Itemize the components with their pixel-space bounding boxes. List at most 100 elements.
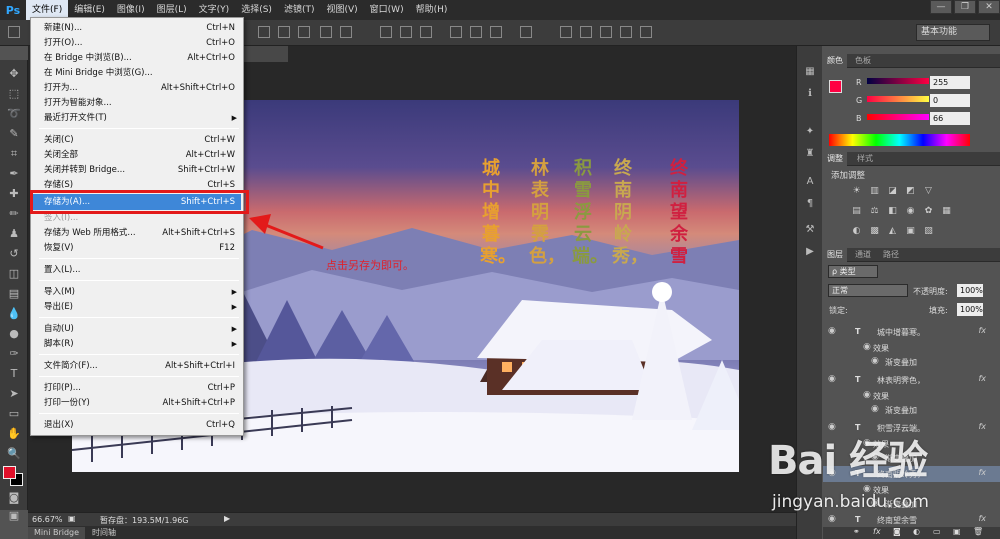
clone-source-icon[interactable]: ♜ xyxy=(802,146,818,162)
workspace-select[interactable]: 基本功能 xyxy=(916,24,990,41)
add-style-icon[interactable]: fx xyxy=(873,527,881,536)
zoom-level[interactable]: 66.67% xyxy=(32,515,63,524)
new-group-icon[interactable]: ▭ xyxy=(933,527,941,536)
align-middle-icon[interactable] xyxy=(278,26,290,38)
quick-select-tool-icon[interactable]: ✎ xyxy=(5,126,23,142)
tool-presets-icon[interactable]: ⚒ xyxy=(802,222,818,238)
brush-tool-icon[interactable]: ✏ xyxy=(5,206,23,222)
tab-adjustments[interactable]: 调整 xyxy=(823,152,847,166)
layer-effect-row[interactable]: ◉ 渐变叠加 xyxy=(823,402,1000,418)
hand-tool-icon[interactable]: ✋ xyxy=(5,426,23,442)
tool-preset-icon[interactable] xyxy=(8,26,20,38)
status-menu-icon[interactable]: ▣ xyxy=(68,514,76,523)
hue-icon[interactable]: ▤ xyxy=(851,206,862,217)
3d-scale-icon[interactable] xyxy=(640,26,652,38)
history-brush-tool-icon[interactable]: ↺ xyxy=(5,246,23,262)
eyedropper-tool-icon[interactable]: ✒ xyxy=(5,166,23,182)
fx-icon[interactable]: fx xyxy=(978,374,986,383)
menu-help[interactable]: 帮助(H) xyxy=(410,0,454,20)
menu-item-browse-bridge[interactable]: 在 Bridge 中浏览(B)... Alt+Ctrl+O xyxy=(33,50,241,66)
visibility-eye-icon[interactable]: ◉ xyxy=(828,326,836,336)
paragraph-panel-icon[interactable]: ¶ xyxy=(802,196,818,212)
brush-panel-icon[interactable]: ✦ xyxy=(802,124,818,140)
color-balance-icon[interactable]: ⚖ xyxy=(869,206,880,217)
b-value[interactable]: 66 xyxy=(930,112,970,125)
menu-item-open-as[interactable]: 打开为... Alt+Shift+Ctrl+O xyxy=(33,80,241,96)
menu-item-open-smart-object[interactable]: 打开为智能对象... xyxy=(33,95,241,111)
distribute-center-icon[interactable] xyxy=(470,26,482,38)
distribute-right-icon[interactable] xyxy=(490,26,502,38)
vibrance-icon[interactable]: ▽ xyxy=(923,186,934,197)
3d-slide-icon[interactable] xyxy=(620,26,632,38)
restore-button[interactable]: ❐ xyxy=(954,0,976,14)
screen-mode-icon[interactable]: ▣ xyxy=(5,508,23,524)
gradient-map-icon[interactable]: ▧ xyxy=(923,226,934,237)
menu-item-file-info[interactable]: 文件简介(F)... Alt+Shift+Ctrl+I xyxy=(33,358,241,374)
delete-layer-icon[interactable]: 🗑 xyxy=(973,527,983,536)
3d-roll-icon[interactable] xyxy=(580,26,592,38)
menu-item-open[interactable]: 打开(O)... Ctrl+O xyxy=(33,35,241,51)
distribute-top-icon[interactable] xyxy=(380,26,392,38)
healing-tool-icon[interactable]: ✚ xyxy=(5,186,23,202)
tab-styles[interactable]: 样式 xyxy=(853,152,877,166)
crop-tool-icon[interactable]: ⌗ xyxy=(5,146,23,162)
eraser-tool-icon[interactable]: ◫ xyxy=(5,266,23,282)
character-panel-icon[interactable]: A xyxy=(802,174,818,190)
g-slider[interactable] xyxy=(867,96,929,102)
visibility-eye-icon[interactable]: ◉ xyxy=(828,374,836,384)
menu-view[interactable]: 视图(V) xyxy=(320,0,363,20)
b-slider[interactable] xyxy=(867,114,929,120)
lasso-tool-icon[interactable]: ➰ xyxy=(5,106,23,122)
menu-window[interactable]: 窗口(W) xyxy=(364,0,410,20)
layer-row[interactable]: ◉ T 城中增暮寒。 fx xyxy=(823,324,1000,340)
menu-item-import[interactable]: 导入(M) ▶ xyxy=(33,284,241,300)
channel-mixer-icon[interactable]: ✿ xyxy=(923,206,934,217)
menu-item-exit[interactable]: 退出(X) Ctrl+Q xyxy=(33,417,241,433)
layer-kind-filter[interactable]: ρ 类型 xyxy=(828,265,878,278)
add-mask-icon[interactable]: ◙ xyxy=(893,527,901,536)
layer-effect-row[interactable]: ◉ 渐变叠加 xyxy=(823,354,1000,370)
levels-icon[interactable]: ▥ xyxy=(869,186,880,197)
menu-item-place[interactable]: 置入(L)... xyxy=(33,262,241,278)
posterize-icon[interactable]: ▩ xyxy=(869,226,880,237)
dodge-tool-icon[interactable]: ● xyxy=(5,326,23,342)
marquee-tool-icon[interactable]: ⬚ xyxy=(5,86,23,102)
3d-rotate-icon[interactable] xyxy=(560,26,572,38)
zoom-tool-icon[interactable]: 🔍 xyxy=(5,446,23,462)
shape-tool-icon[interactable]: ▭ xyxy=(5,406,23,422)
opacity-field[interactable]: 100% xyxy=(957,284,983,297)
threshold-icon[interactable]: ◭ xyxy=(887,226,898,237)
new-adjustment-icon[interactable]: ◐ xyxy=(913,527,920,536)
type-tool-icon[interactable]: T xyxy=(5,366,23,382)
menu-item-close[interactable]: 关闭(C) Ctrl+W xyxy=(33,132,241,148)
menu-item-recent-files[interactable]: 最近打开文件(T) ▶ xyxy=(33,110,241,126)
align-top-icon[interactable] xyxy=(258,26,270,38)
menu-item-export[interactable]: 导出(E) ▶ xyxy=(33,299,241,315)
foreground-color-swatch[interactable] xyxy=(3,466,16,479)
color-lookup-icon[interactable]: ▦ xyxy=(941,206,952,217)
align-center-icon[interactable] xyxy=(340,26,352,38)
tab-layers[interactable]: 图层 xyxy=(823,248,847,262)
gradient-tool-icon[interactable]: ▤ xyxy=(5,286,23,302)
layer-row[interactable]: ◉ T 林表明霁色， fx xyxy=(823,372,1000,388)
menu-item-new[interactable]: 新建(N)... Ctrl+N xyxy=(33,20,241,36)
tab-swatches[interactable]: 色板 xyxy=(851,54,875,68)
menu-filter[interactable]: 滤镜(T) xyxy=(278,0,321,20)
menu-item-print[interactable]: 打印(P)... Ctrl+P xyxy=(33,380,241,396)
blur-tool-icon[interactable]: 💧 xyxy=(5,306,23,322)
tab-channels[interactable]: 通道 xyxy=(851,248,875,262)
align-bottom-icon[interactable] xyxy=(298,26,310,38)
tab-mini-bridge[interactable]: Mini Bridge xyxy=(28,527,86,539)
new-layer-icon[interactable]: ▣ xyxy=(953,527,961,536)
menu-item-scripts[interactable]: 脚本(R) ▶ xyxy=(33,336,241,352)
blend-mode-select[interactable]: 正常 xyxy=(828,284,908,297)
distribute-middle-icon[interactable] xyxy=(400,26,412,38)
auto-align-icon[interactable] xyxy=(520,26,532,38)
exposure-icon[interactable]: ◩ xyxy=(905,186,916,197)
r-slider[interactable] xyxy=(867,78,929,84)
3d-pan-icon[interactable] xyxy=(600,26,612,38)
close-button[interactable]: ✕ xyxy=(978,0,1000,14)
color-fg-swatch[interactable] xyxy=(829,80,842,93)
move-tool-icon[interactable]: ✥ xyxy=(5,66,23,82)
visibility-eye-icon[interactable]: ◉ xyxy=(871,404,879,414)
